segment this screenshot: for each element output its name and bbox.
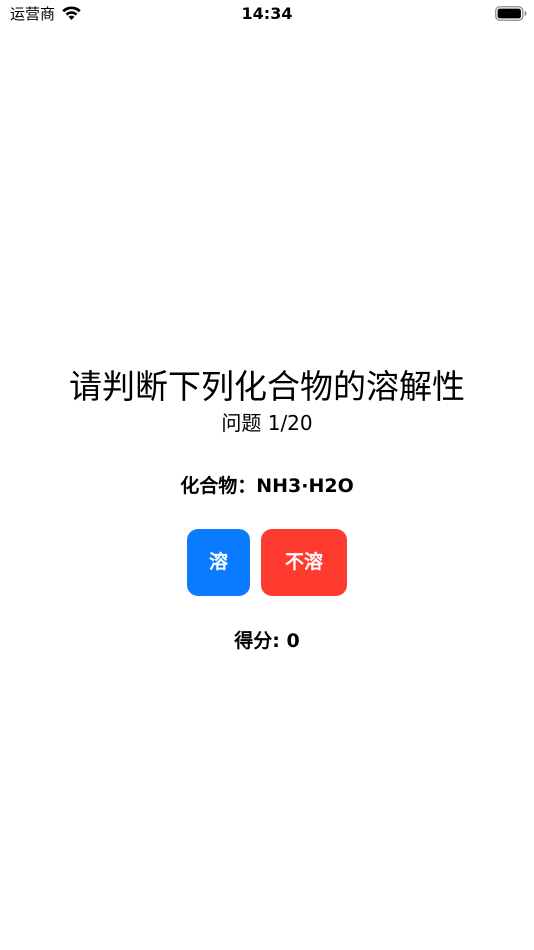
quiz-title: 请判断下列化合物的溶解性 (69, 367, 465, 406)
status-time: 14:34 (241, 4, 293, 23)
question-counter: 问题 1/20 (221, 411, 313, 435)
battery-full-icon (495, 6, 527, 21)
soluble-button[interactable]: 溶 (187, 529, 250, 596)
status-bar: 运营商 14:34 (0, 0, 534, 30)
score-label: 得分: 0 (234, 630, 300, 652)
insoluble-button[interactable]: 不溶 (261, 529, 347, 596)
compound-label: 化合物：NH3·H2O (180, 475, 354, 497)
